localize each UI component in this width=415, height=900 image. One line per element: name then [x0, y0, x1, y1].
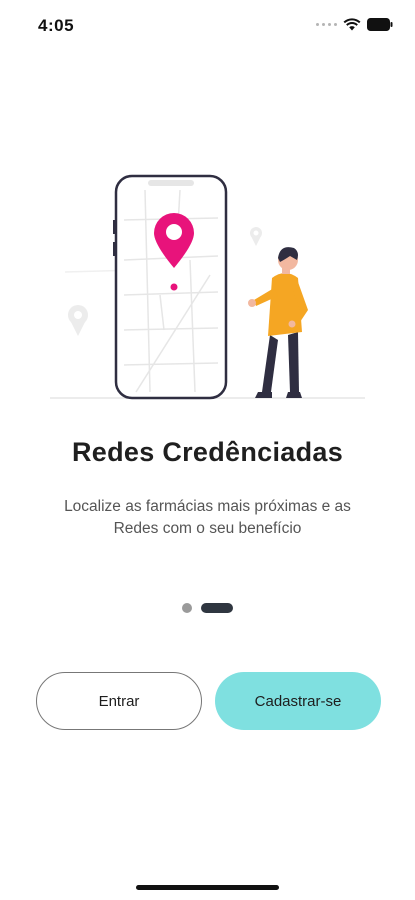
phone-illustration — [113, 174, 228, 400]
signup-button-label: Cadastrar-se — [254, 692, 342, 710]
page-dot-1[interactable] — [182, 603, 192, 613]
status-time: 4:05 — [38, 16, 75, 35]
phone-map-illustration — [50, 174, 365, 400]
page-subtitle: Localize as farmácias mais próximas e as… — [64, 498, 351, 537]
status-icons — [316, 18, 393, 31]
person-illustration — [248, 247, 308, 398]
login-button[interactable]: Entrar — [36, 672, 202, 730]
wifi-icon — [343, 18, 361, 31]
signup-button[interactable]: Cadastrar-se — [215, 672, 381, 730]
page-title: Redes Credênciadas — [71, 437, 344, 467]
home-indicator[interactable] — [136, 885, 279, 890]
page-dot-2-active[interactable] — [201, 603, 233, 613]
status-bar: 4:05 — [0, 0, 415, 54]
signal-icon — [316, 23, 337, 26]
battery-icon — [367, 18, 393, 31]
login-button-label: Entrar — [98, 692, 140, 710]
page-indicator — [0, 603, 415, 613]
